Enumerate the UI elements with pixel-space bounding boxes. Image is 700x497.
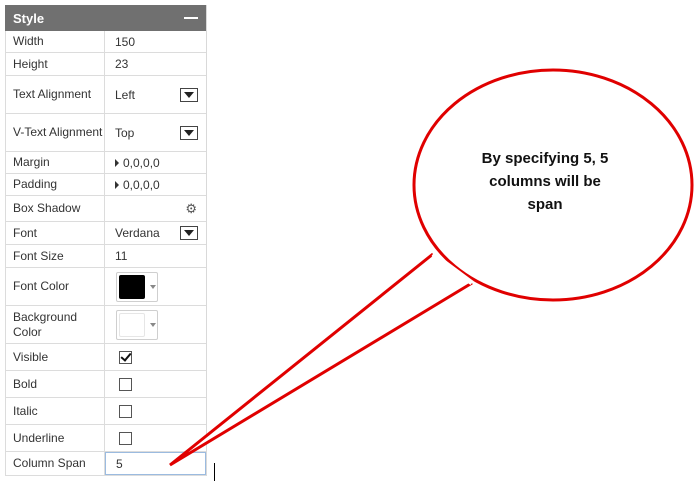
padding-label: Padding <box>6 174 105 195</box>
callout-pointer <box>169 252 473 467</box>
font-color-cell <box>105 268 206 305</box>
chevron-down-icon[interactable] <box>180 87 198 102</box>
underline-cell <box>105 425 206 451</box>
row-height: Height 23 <box>5 53 206 76</box>
font-size-label: Font Size <box>6 245 105 267</box>
bold-cell <box>105 371 206 397</box>
italic-checkbox[interactable] <box>119 404 132 418</box>
expand-arrow-icon[interactable] <box>115 158 119 167</box>
collapse-icon[interactable] <box>184 17 198 19</box>
font-color-picker[interactable] <box>116 271 158 302</box>
gear-icon[interactable]: ⚙ <box>185 201 197 217</box>
vtext-alignment-label: V-Text Alignment <box>6 114 105 151</box>
height-input[interactable]: 23 <box>105 53 206 75</box>
callout-pointer-join <box>431 251 474 286</box>
height-label: Height <box>6 53 105 75</box>
row-bold: Bold <box>5 371 206 398</box>
visible-label: Visible <box>6 344 105 370</box>
font-color-swatch <box>119 274 145 299</box>
vtext-alignment-value: Top <box>115 125 135 140</box>
row-padding: Padding 0,0,0,0 <box>5 174 206 196</box>
bold-checkbox[interactable] <box>119 377 132 391</box>
font-label: Font <box>6 222 105 244</box>
font-select[interactable]: Verdana <box>105 222 206 244</box>
column-span-label: Column Span <box>6 452 105 475</box>
row-underline: Underline <box>5 425 206 452</box>
box-shadow-field[interactable]: ⚙ <box>105 196 206 221</box>
font-value: Verdana <box>115 226 160 240</box>
row-vtext-alignment: V-Text Alignment Top <box>5 114 206 152</box>
row-visible: Visible <box>5 344 206 371</box>
margin-expander[interactable]: 0,0,0,0 <box>105 152 206 173</box>
width-label: Width <box>6 31 105 52</box>
column-span-cell: 5 <box>105 452 206 475</box>
row-width: Width 150 <box>5 31 206 53</box>
background-color-picker[interactable] <box>116 309 158 340</box>
chevron-down-icon[interactable] <box>180 125 198 140</box>
text-alignment-label: Text Alignment <box>6 76 105 113</box>
row-column-span: Column Span 5 <box>5 452 206 476</box>
row-text-alignment: Text Alignment Left <box>5 76 206 114</box>
text-cursor <box>214 463 215 481</box>
padding-value: 0,0,0,0 <box>123 177 160 192</box>
background-color-cell <box>105 306 206 343</box>
row-font-color: Font Color <box>5 268 206 306</box>
background-color-label: Background Color <box>6 306 105 343</box>
style-panel: Style Width 150 Height 23 Text Alignment… <box>5 5 207 476</box>
width-input[interactable]: 150 <box>105 31 206 52</box>
background-color-swatch <box>119 312 145 337</box>
box-shadow-label: Box Shadow <box>6 196 105 221</box>
margin-value: 0,0,0,0 <box>123 155 160 170</box>
row-background-color: Background Color <box>5 306 206 344</box>
caret-down-icon <box>150 284 156 289</box>
row-margin: Margin 0,0,0,0 <box>5 152 206 174</box>
panel-title: Style <box>13 10 45 26</box>
row-font-size: Font Size 11 <box>5 245 206 268</box>
underline-checkbox[interactable] <box>119 431 132 445</box>
margin-label: Margin <box>6 152 105 173</box>
italic-label: Italic <box>6 398 105 424</box>
row-font: Font Verdana <box>5 222 206 245</box>
visible-checkbox[interactable] <box>119 350 132 364</box>
font-size-input[interactable]: 11 <box>105 245 206 267</box>
visible-cell <box>105 344 206 370</box>
style-panel-header[interactable]: Style <box>5 5 206 31</box>
text-alignment-select[interactable]: Left <box>105 76 206 113</box>
text-alignment-value: Left <box>115 87 136 102</box>
chevron-down-icon[interactable] <box>180 226 198 240</box>
bold-label: Bold <box>6 371 105 397</box>
font-color-label: Font Color <box>6 268 105 305</box>
padding-expander[interactable]: 0,0,0,0 <box>105 174 206 195</box>
callout-text: By specifying 5, 5 columns will be span <box>481 150 609 213</box>
underline-label: Underline <box>6 425 105 451</box>
vtext-alignment-select[interactable]: Top <box>105 114 206 151</box>
column-span-input[interactable]: 5 <box>105 452 206 475</box>
row-box-shadow: Box Shadow ⚙ <box>5 196 206 222</box>
row-italic: Italic <box>5 398 206 425</box>
italic-cell <box>105 398 206 424</box>
caret-down-icon <box>150 322 156 327</box>
expand-arrow-icon[interactable] <box>115 180 119 189</box>
